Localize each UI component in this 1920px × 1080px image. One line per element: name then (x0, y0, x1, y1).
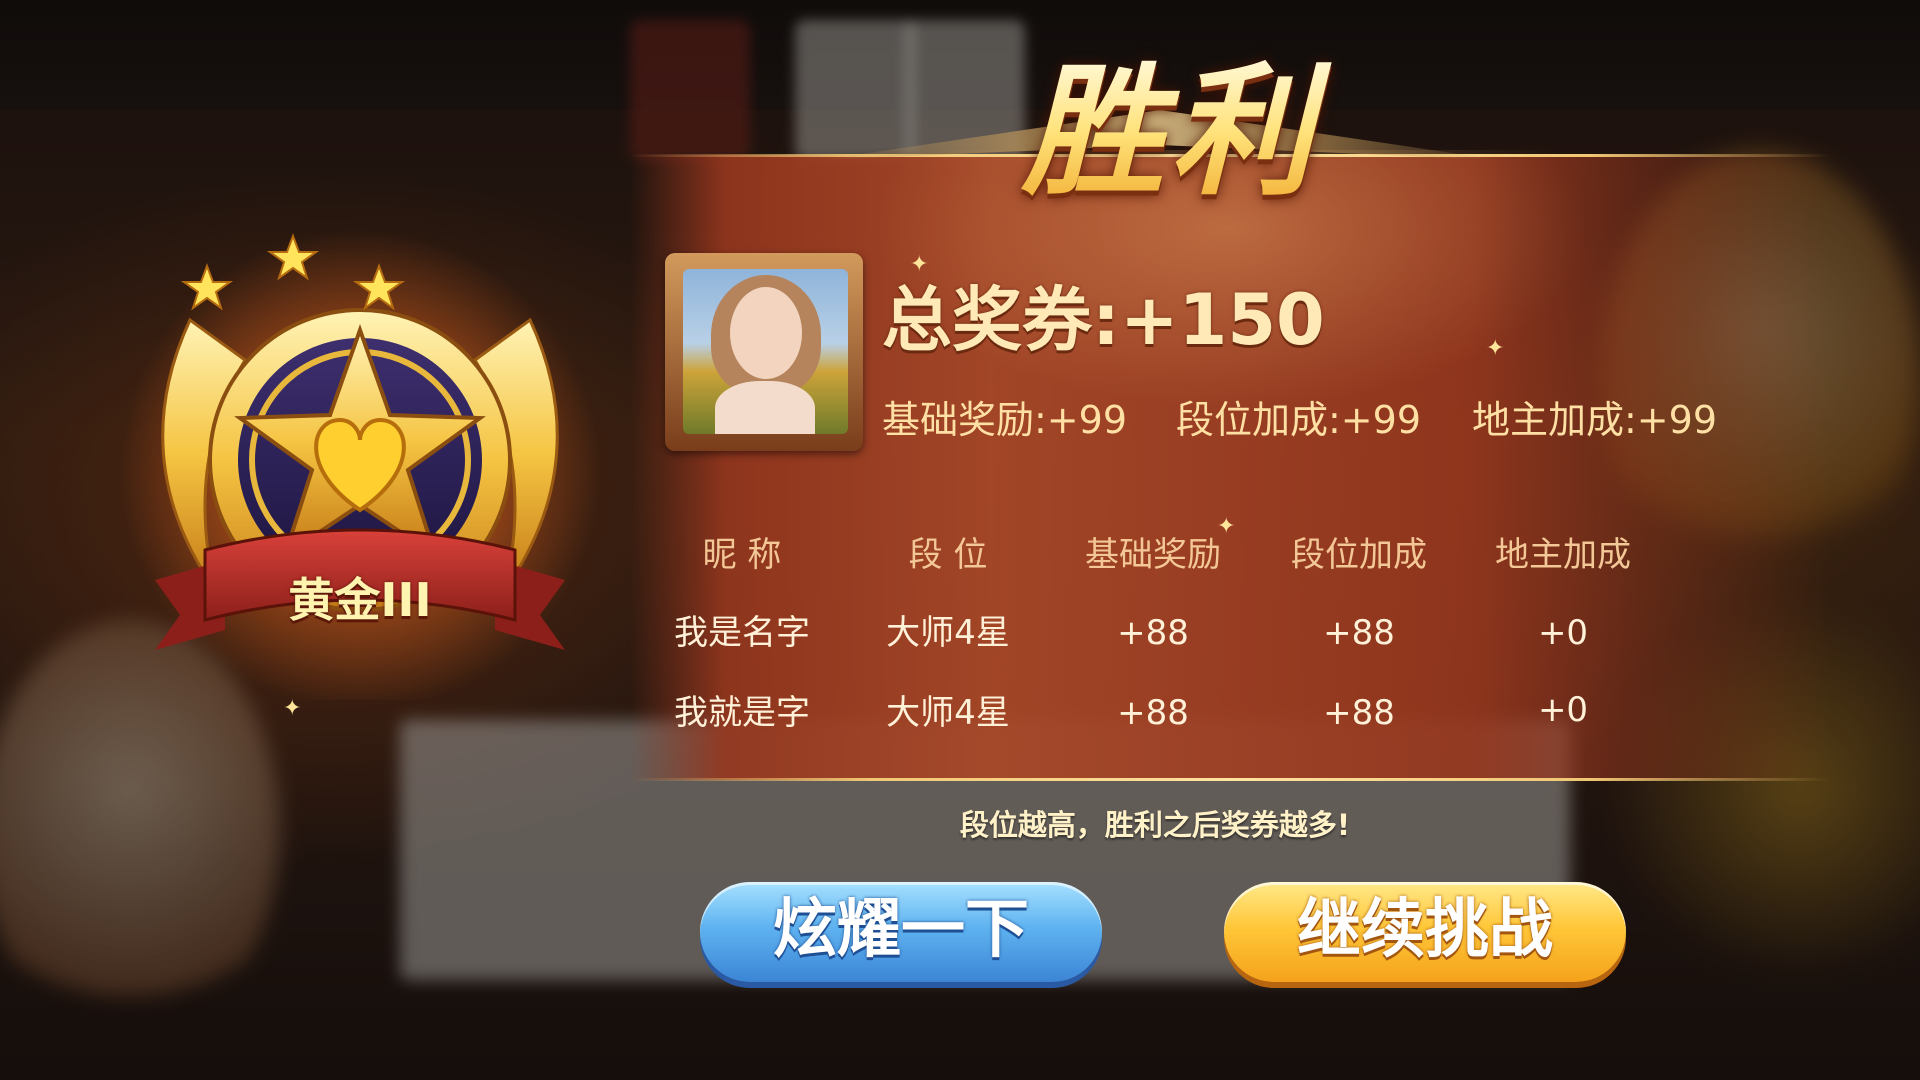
row2-nickname: 我就是字 (674, 693, 810, 733)
hint-text: 段位越高，胜利之后奖券越多! (959, 808, 1351, 842)
avatar (683, 269, 848, 434)
header-nickname: 昵 称 (702, 535, 782, 575)
row2-rank: 大师4星 (886, 693, 1010, 733)
sparkle-icon: ✦ (1486, 336, 1505, 361)
header-landlord-bonus: 地主加成 (1495, 535, 1631, 575)
base-reward: 基础奖励:+99 (882, 398, 1127, 442)
row2-landlord-bonus: +0 (1537, 690, 1589, 730)
rank-badge-label: 黄金III (288, 573, 432, 627)
header-rank-bonus: 段位加成 (1291, 535, 1427, 575)
continue-challenge-button[interactable]: 继续挑战 (1224, 882, 1626, 982)
sparkle-icon: ✦ (283, 696, 302, 721)
row2-rank-bonus: +88 (1323, 693, 1395, 733)
total-reward: 总奖券:+150 (882, 279, 1325, 361)
sparkle-icon: ✦ (910, 252, 929, 277)
victory-title: 胜利 (985, 48, 1355, 218)
row1-base-reward: +88 (1117, 613, 1189, 653)
panel-bottom-border (630, 778, 1830, 781)
row1-rank: 大师4星 (886, 613, 1010, 653)
row2-base-reward: +88 (1117, 693, 1189, 733)
row1-nickname: 我是名字 (674, 613, 810, 653)
row1-rank-bonus: +88 (1323, 613, 1395, 653)
landlord-bonus: 地主加成:+99 (1472, 398, 1717, 442)
rank-bonus: 段位加成:+99 (1176, 398, 1421, 442)
avatar-body (715, 381, 815, 434)
avatar-face (730, 287, 802, 379)
header-base-reward: 基础奖励 (1085, 535, 1221, 575)
row1-landlord-bonus: +0 (1537, 613, 1589, 653)
header-rank: 段 位 (908, 535, 988, 575)
show-off-button[interactable]: 炫耀一下 (700, 882, 1102, 982)
